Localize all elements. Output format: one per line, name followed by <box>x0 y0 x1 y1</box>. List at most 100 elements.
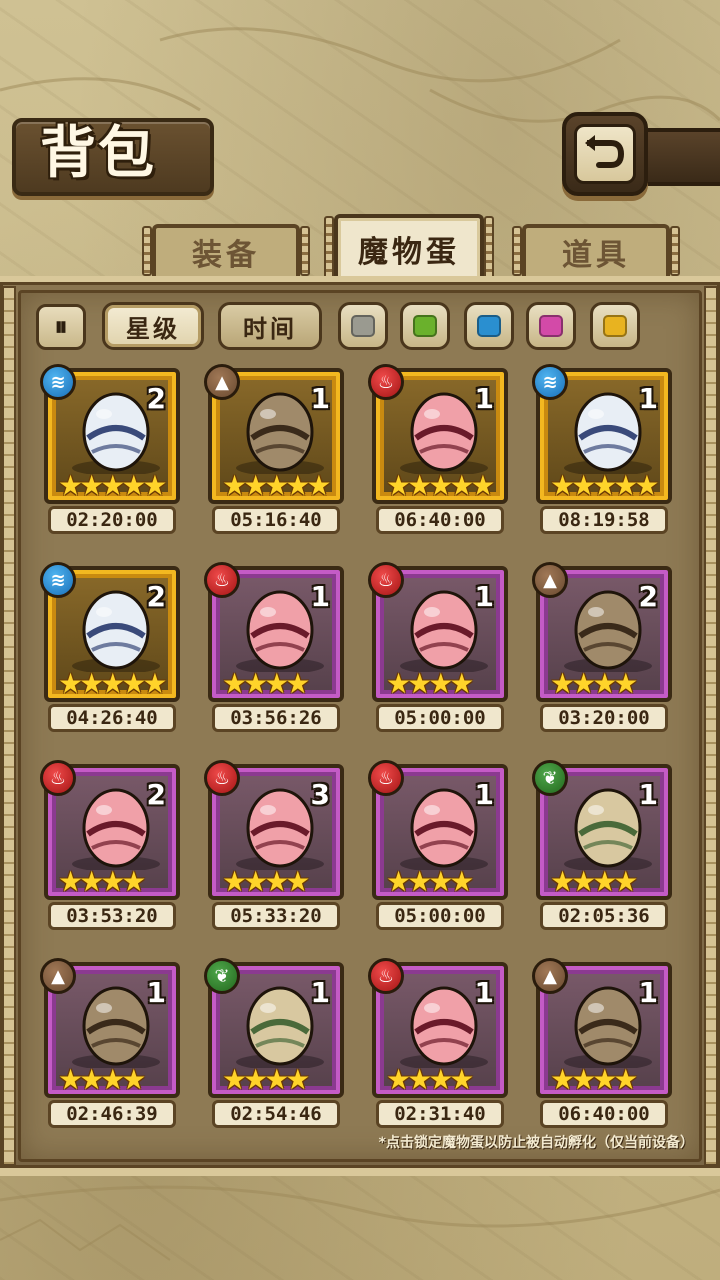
egg-card-dark-hammer-egg[interactable]: 1 ★★★★ ♨ 05:00:00 <box>368 760 508 932</box>
egg-count: 1 <box>310 976 330 1009</box>
egg-count: 1 <box>474 976 494 1009</box>
star-rating: ★★★★ <box>386 667 474 700</box>
egg-count: 1 <box>474 580 494 613</box>
egg-card-black-red-wrapped-egg[interactable]: 1 ★★★★★ ▲ 05:16:40 <box>204 364 344 536</box>
sort-by-star-button[interactable]: 星级 <box>102 302 204 350</box>
color-swatch <box>603 315 627 337</box>
star-rating: ★★★★ <box>58 865 146 898</box>
panel-rail-left <box>2 286 16 1166</box>
egg-count: 1 <box>146 976 166 1009</box>
color-filter-pink[interactable] <box>526 302 576 350</box>
fire-element-icon: ♨ <box>204 562 240 598</box>
egg-count: 1 <box>310 382 330 415</box>
egg-count: 2 <box>638 580 658 613</box>
tab-rope <box>142 226 152 276</box>
earth-element-icon: ▲ <box>40 958 76 994</box>
color-filter-blue[interactable] <box>464 302 514 350</box>
egg-card-leaf-striped-egg[interactable]: 1 ★★★★ ❦ 02:54:46 <box>204 958 344 1130</box>
egg-card-sword-armor-egg[interactable]: 2 ★★★★ ▲ 03:20:00 <box>532 562 672 734</box>
earth-element-icon: ▲ <box>532 562 568 598</box>
star-rating: ★★★★ <box>550 1063 638 1096</box>
tab-rope <box>670 226 680 276</box>
panel-rail-right <box>704 286 718 1166</box>
star-rating: ★★★★ <box>550 667 638 700</box>
egg-card-pink-winged-egg[interactable]: 2 ★★★★ ♨ 03:53:20 <box>40 760 180 932</box>
earth-element-icon: ▲ <box>204 364 240 400</box>
egg-card-crown-jar-egg[interactable]: 1 ★★★★ ♨ 02:31:40 <box>368 958 508 1130</box>
star-rating: ★★★★★ <box>58 667 167 700</box>
egg-card-dark-feather-nest-egg[interactable]: 2 ★★★★★ ≋ 04:26:40 <box>40 562 180 734</box>
fire-element-icon: ♨ <box>368 760 404 796</box>
tab-rope <box>512 226 522 276</box>
egg-card-spiked-collar-egg[interactable]: 1 ★★★★ ❦ 02:05:36 <box>532 760 672 932</box>
hatch-timer: 04:26:40 <box>48 704 176 732</box>
back-button-bar <box>646 128 720 186</box>
hatch-timer: 05:16:40 <box>212 506 340 534</box>
egg-card-white-hammer-egg[interactable]: 1 ★★★★ ♨ 05:00:00 <box>368 562 508 734</box>
hatch-timer: 02:05:36 <box>540 902 668 930</box>
tab-items[interactable]: 道具 <box>522 224 670 276</box>
color-filter-gray[interactable] <box>338 302 388 350</box>
color-filter-yellow[interactable] <box>590 302 640 350</box>
hatch-timer: 02:20:00 <box>48 506 176 534</box>
nature-element-icon: ❦ <box>532 760 568 796</box>
hatch-timer: 03:56:26 <box>212 704 340 732</box>
star-rating: ★★★★★ <box>386 469 495 502</box>
star-rating: ★★★★★ <box>222 469 331 502</box>
hatch-timer: 06:40:00 <box>540 1100 668 1128</box>
hatch-timer: 03:20:00 <box>540 704 668 732</box>
back-button[interactable] <box>562 112 648 196</box>
page-title: 背包 <box>40 121 156 186</box>
hatch-timer: 02:46:39 <box>48 1100 176 1128</box>
filter-toggle-button[interactable]: ⏸ <box>36 304 86 350</box>
egg-count: 1 <box>474 382 494 415</box>
fire-element-icon: ♨ <box>368 562 404 598</box>
water-element-icon: ≋ <box>532 364 568 400</box>
egg-card-dark-horned-flame-egg[interactable]: 1 ★★★★★ ♨ 06:40:00 <box>368 364 508 536</box>
star-rating: ★★★★ <box>550 865 638 898</box>
collapse-icon: ⏸ <box>54 311 68 342</box>
hatch-timer: 05:00:00 <box>376 704 504 732</box>
color-swatch <box>539 315 563 337</box>
star-rating: ★★★★ <box>222 1063 310 1096</box>
egg-card-white-ribbon-egg[interactable]: 2 ★★★★★ ≋ 02:20:00 <box>40 364 180 536</box>
tab-rope <box>324 216 334 280</box>
egg-count: 1 <box>638 778 658 811</box>
color-filter-green[interactable] <box>400 302 450 350</box>
water-element-icon: ≋ <box>40 364 76 400</box>
egg-count: 3 <box>310 778 330 811</box>
footnote: *点击锁定魔物蛋以防止被自动孵化（仅当前设备） <box>378 1135 694 1151</box>
nature-element-icon: ❦ <box>204 958 240 994</box>
star-rating: ★★★★★ <box>58 469 167 502</box>
fire-element-icon: ♨ <box>368 958 404 994</box>
egg-card-dagger-egg[interactable]: 3 ★★★★ ♨ 05:33:20 <box>204 760 344 932</box>
egg-card-kimono-egg[interactable]: 1 ★★★★ ♨ 03:56:26 <box>204 562 344 734</box>
hatch-timer: 02:54:46 <box>212 1100 340 1128</box>
tab-equipment[interactable]: 装备 <box>152 224 300 276</box>
hatch-timer: 02:31:40 <box>376 1100 504 1128</box>
hatch-timer: 08:19:58 <box>540 506 668 534</box>
egg-count: 1 <box>638 382 658 415</box>
hatch-timer: 06:40:00 <box>376 506 504 534</box>
fire-element-icon: ♨ <box>40 760 76 796</box>
egg-card-furry-nest-egg[interactable]: 1 ★★★★ ▲ 06:40:00 <box>532 958 672 1130</box>
star-rating: ★★★★ <box>386 865 474 898</box>
egg-count: 1 <box>310 580 330 613</box>
egg-card-pocket-watch-egg[interactable]: 1 ★★★★★ ≋ 08:19:58 <box>532 364 672 536</box>
egg-count: 2 <box>146 580 166 613</box>
earth-element-icon: ▲ <box>532 958 568 994</box>
egg-count: 1 <box>638 976 658 1009</box>
back-arrow-icon <box>574 124 636 184</box>
star-rating: ★★★★ <box>58 1063 146 1096</box>
sort-by-time-button[interactable]: 时间 <box>218 302 322 350</box>
color-swatch <box>477 315 501 337</box>
hatch-timer: 03:53:20 <box>48 902 176 930</box>
egg-count: 2 <box>146 382 166 415</box>
egg-card-mechanical-eye-egg[interactable]: 1 ★★★★ ▲ 02:46:39 <box>40 958 180 1130</box>
star-rating: ★★★★ <box>222 667 310 700</box>
star-rating: ★★★★ <box>222 865 310 898</box>
fire-element-icon: ♨ <box>204 760 240 796</box>
egg-count: 1 <box>474 778 494 811</box>
color-swatch <box>413 315 437 337</box>
tab-monster-eggs[interactable]: 魔物蛋 <box>334 214 484 280</box>
